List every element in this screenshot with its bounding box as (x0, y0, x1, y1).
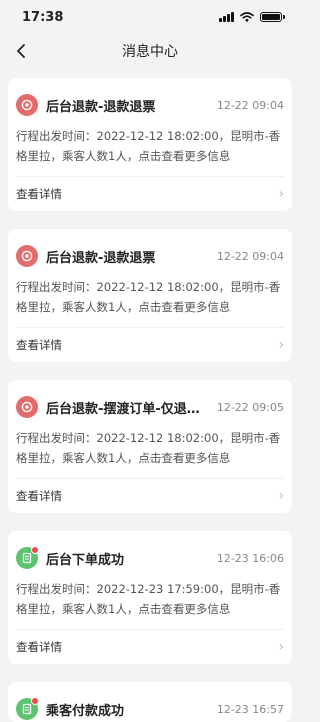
message-card[interactable]: 后台退款-退款退票 12-22 09:04 行程出发时间：2022-12-12 … (8, 229, 292, 362)
view-details-label: 查看详情 (16, 489, 62, 503)
view-details-label: 查看详情 (16, 338, 62, 352)
message-body: 行程出发时间：2022-12-12 18:02:00，昆明市-香格里拉，乘客人数… (16, 269, 284, 328)
view-details-button[interactable]: 查看详情 › (16, 328, 284, 362)
message-time: 12-23 16:57 (216, 702, 284, 716)
nav-bar: 消息中心 (0, 34, 300, 68)
message-title: 后台退款-退款退票 (46, 99, 156, 115)
message-body: 行程出发时间：2022-12-23 17:59:00，昆明市-香格里拉，乘客人数… (16, 571, 284, 630)
chevron-right-icon: › (278, 337, 284, 353)
message-body: 行程出发时间：2022-12-12 18:02:00，昆明市-香格里拉，乘客人数… (16, 118, 284, 177)
chevron-right-icon: › (278, 639, 284, 655)
message-title: 后台下单成功 (46, 552, 125, 568)
view-details-button[interactable]: 查看详情 › (16, 630, 284, 664)
message-time: 12-22 09:04 (216, 249, 284, 263)
message-card[interactable]: 后台下单成功 12-23 16:06 行程出发时间：2022-12-23 17:… (8, 531, 292, 664)
view-details-label: 查看详情 (16, 640, 62, 654)
signal-icon (219, 12, 234, 22)
message-body: 行程出发时间：2022-12-12 18:02:00，昆明市-香格里拉，乘客人数… (16, 420, 284, 479)
message-card[interactable]: 乘客付款成功 12-23 16:57 (8, 682, 292, 722)
view-details-label: 查看详情 (16, 187, 62, 201)
refund-icon (16, 396, 38, 418)
order-icon (16, 546, 39, 569)
message-card[interactable]: 后台退款-摆渡订单-仅退接... 12-22 09:05 行程出发时间：2022… (8, 380, 292, 513)
message-title: 乘客付款成功 (46, 703, 125, 719)
back-button[interactable] (8, 38, 34, 64)
chevron-left-icon (17, 44, 25, 58)
message-card[interactable]: 后台退款-退款退票 12-22 09:04 行程出发时间：2022-12-12 … (8, 78, 292, 211)
battery-icon (260, 12, 285, 22)
page-title: 消息中心 (122, 44, 178, 60)
status-icons (219, 12, 285, 22)
view-details-button[interactable]: 查看详情 › (16, 177, 284, 211)
refund-icon (16, 245, 38, 267)
message-title: 后台退款-摆渡订单-仅退接... (46, 401, 211, 417)
chevron-right-icon: › (278, 488, 284, 504)
wifi-icon (240, 12, 254, 22)
message-time: 12-22 09:04 (216, 98, 284, 112)
message-time: 12-23 16:06 (216, 551, 284, 565)
order-icon (16, 697, 39, 720)
status-bar: 17:38 (0, 0, 300, 34)
message-time: 12-22 09:05 (216, 400, 284, 414)
message-title: 后台退款-退款退票 (46, 250, 156, 266)
view-details-button[interactable]: 查看详情 › (16, 479, 284, 513)
chevron-right-icon: › (278, 186, 284, 202)
refund-icon (16, 94, 38, 116)
status-time: 17:38 (22, 9, 64, 25)
message-list: 后台退款-退款退票 12-22 09:04 行程出发时间：2022-12-12 … (0, 68, 300, 722)
